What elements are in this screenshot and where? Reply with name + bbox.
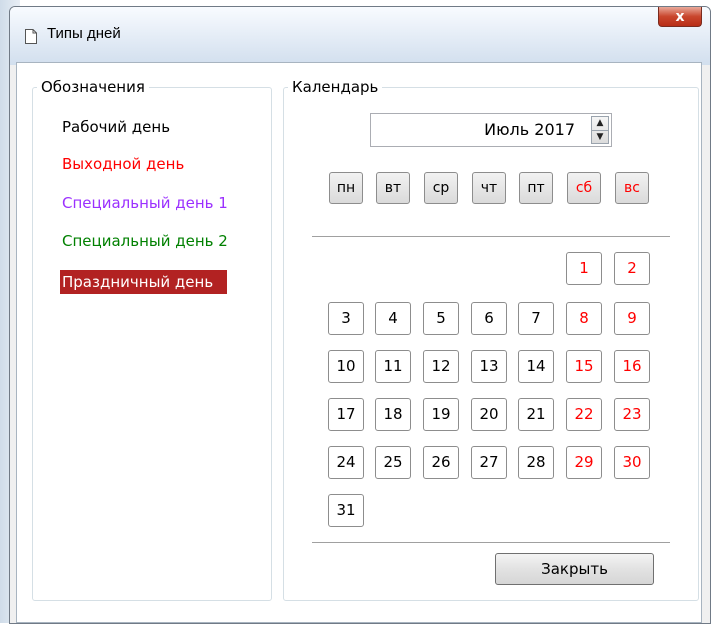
day-button[interactable]: 6 [471,302,507,335]
day-button[interactable]: 23 [614,398,650,431]
day-button[interactable]: 5 [423,302,459,335]
day-button[interactable]: 1 [566,252,602,285]
day-button[interactable]: 4 [375,302,411,335]
legend-item[interactable]: Специальный день 2 [60,232,230,250]
day-button[interactable]: 13 [471,350,507,383]
weekday-button[interactable]: ср [424,172,458,204]
month-down-arrow-icon[interactable]: ▼ [592,131,608,144]
weekday-button[interactable]: вс [615,172,649,204]
day-button[interactable]: 15 [566,350,602,383]
day-button[interactable]: 7 [518,302,554,335]
day-button[interactable]: 28 [518,446,554,479]
window-title: Типы дней [47,25,121,42]
day-button[interactable]: 9 [614,302,650,335]
day-button[interactable]: 8 [566,302,602,335]
weekday-button[interactable]: сб [567,172,601,204]
day-button[interactable]: 20 [471,398,507,431]
month-spin-buttons: ▲ ▼ [591,116,609,144]
separator-bottom [312,542,670,543]
day-button[interactable]: 31 [328,494,364,527]
weekday-button[interactable]: чт [472,172,506,204]
day-button[interactable]: 25 [375,446,411,479]
legend-item[interactable]: Праздничный день [60,270,228,294]
day-button[interactable]: 27 [471,446,507,479]
day-button[interactable]: 12 [423,350,459,383]
day-button[interactable]: 21 [518,398,554,431]
legend-group-title: Обозначения [41,78,145,96]
document-icon [25,29,37,44]
day-button[interactable]: 16 [614,350,650,383]
day-button[interactable]: 11 [375,350,411,383]
day-button[interactable]: 26 [423,446,459,479]
title-bar: Типы дней x [10,7,710,65]
day-button[interactable]: 19 [423,398,459,431]
close-button[interactable]: Закрыть [495,553,654,585]
day-button[interactable]: 22 [566,398,602,431]
calendar-group-title: Календарь [292,78,379,96]
day-button[interactable]: 10 [328,350,364,383]
day-button[interactable]: 14 [518,350,554,383]
weekday-button[interactable]: вт [376,172,410,204]
month-up-arrow-icon[interactable]: ▲ [592,117,608,131]
window-close-button[interactable]: x [658,7,702,27]
day-button[interactable]: 24 [328,446,364,479]
weekday-button[interactable]: пт [519,172,553,204]
day-button[interactable]: 17 [328,398,364,431]
legend-item[interactable]: Специальный день 1 [60,194,230,212]
day-button[interactable]: 2 [614,252,650,285]
day-button[interactable]: 29 [566,446,602,479]
legend-item[interactable]: Выходной день [60,155,186,173]
separator-top [312,236,670,237]
legend-item[interactable]: Рабочий день [60,118,172,136]
month-label: Июль 2017 [484,120,575,139]
weekday-button[interactable]: пн [329,172,363,204]
month-spinner[interactable]: Июль 2017 ▲ ▼ [370,113,612,147]
day-button[interactable]: 30 [614,446,650,479]
day-button[interactable]: 3 [328,302,364,335]
day-button[interactable]: 18 [375,398,411,431]
